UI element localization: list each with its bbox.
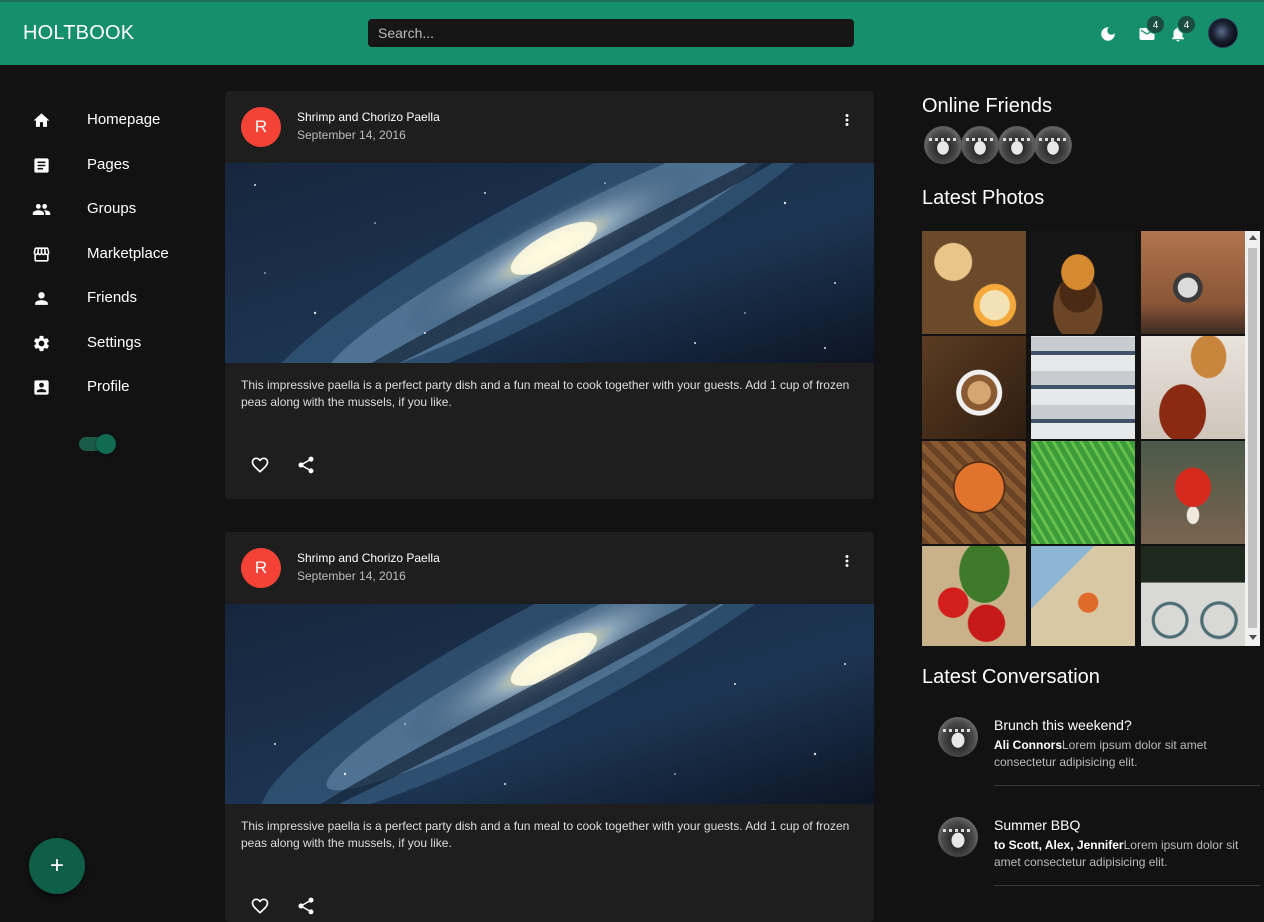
post-image-galaxy[interactable] — [225, 163, 874, 363]
user-avatar[interactable] — [1208, 18, 1238, 48]
post-date: September 14, 2016 — [297, 128, 406, 142]
more-vert-icon — [845, 555, 849, 567]
messages-badge: 4 — [1146, 15, 1165, 34]
moon-icon — [1101, 27, 1115, 41]
photo-basketball[interactable] — [922, 441, 1026, 544]
storefront-icon — [31, 244, 51, 264]
photo-hats[interactable] — [1031, 336, 1135, 439]
conversation-preview: to Scott, Alex, JenniferLorem ipsum dolo… — [994, 837, 1244, 871]
online-friend-avatar[interactable] — [1034, 126, 1072, 164]
more-vert-icon — [845, 114, 849, 126]
conversation-sender: Ali Connors — [994, 738, 1062, 752]
heart-outline-icon — [251, 898, 269, 914]
photo-tomatoes[interactable] — [922, 546, 1026, 646]
photo-coffee[interactable] — [922, 336, 1026, 439]
photo-starfish[interactable] — [1031, 546, 1135, 646]
home-icon — [31, 110, 51, 130]
sidebar-item-friends[interactable]: Friends — [0, 278, 205, 318]
conversation-item[interactable]: Brunch this weekend? Ali ConnorsLorem ip… — [922, 717, 1260, 809]
sidebar-item-label: Settings — [87, 334, 142, 351]
post-menu-button[interactable] — [837, 110, 857, 130]
sidebar-item-groups[interactable]: Groups — [0, 189, 205, 229]
sidebar-item-label: Pages — [87, 156, 130, 173]
sidebar-item-label: Marketplace — [87, 245, 169, 262]
conversation-item[interactable]: Summer BBQ to Scott, Alex, JenniferLorem… — [922, 817, 1260, 909]
divider — [994, 885, 1260, 886]
post-title: Shrimp and Chorizo Paella — [297, 110, 440, 124]
post-avatar[interactable]: R — [241, 107, 281, 147]
brand-logo[interactable]: HOLTBOOK — [23, 22, 134, 45]
like-button[interactable] — [248, 453, 272, 477]
online-friend-avatar[interactable] — [998, 126, 1036, 164]
photo-grid-scrollbar[interactable] — [1245, 231, 1260, 646]
photo-honey[interactable] — [1141, 336, 1245, 439]
create-post-button[interactable]: + — [29, 838, 85, 894]
post-card: R Shrimp and Chorizo Paella September 14… — [225, 91, 874, 499]
like-button[interactable] — [248, 894, 272, 918]
dark-mode-toggle-button[interactable] — [1098, 24, 1118, 44]
photo-mushroom[interactable] — [1141, 441, 1245, 544]
latest-photos-heading: Latest Photos — [922, 187, 1045, 209]
account-box-icon — [31, 377, 51, 397]
switch-knob — [96, 434, 116, 454]
gear-icon — [31, 333, 51, 353]
sidebar-item-homepage[interactable]: Homepage — [0, 100, 205, 140]
notifications-badge: 4 — [1177, 15, 1196, 34]
sidebar-item-label: Groups — [87, 200, 137, 217]
photo-grid — [922, 231, 1260, 646]
messages-button[interactable]: 4 — [1137, 15, 1165, 44]
share-button[interactable] — [294, 453, 318, 477]
share-icon — [298, 456, 314, 474]
photo-camera[interactable] — [1141, 231, 1245, 334]
conversation-title: Summer BBQ — [994, 817, 1081, 833]
post-image-galaxy[interactable] — [225, 604, 874, 804]
conversation-preview: Ali ConnorsLorem ipsum dolor sit amet co… — [994, 737, 1244, 771]
scroll-thumb[interactable] — [1248, 248, 1257, 628]
scroll-down-arrow-icon[interactable] — [1249, 635, 1257, 640]
post-avatar[interactable]: R — [241, 548, 281, 588]
post-date: September 14, 2016 — [297, 569, 406, 583]
post-title: Shrimp and Chorizo Paella — [297, 551, 440, 565]
share-icon — [298, 897, 314, 915]
search-input[interactable] — [368, 19, 854, 47]
divider — [994, 785, 1260, 786]
online-friend-avatar[interactable] — [924, 126, 962, 164]
photo-burger[interactable] — [1031, 231, 1135, 334]
photo-breakfast[interactable] — [922, 231, 1026, 334]
photo-bicycle[interactable] — [1141, 546, 1245, 646]
heart-outline-icon — [251, 457, 269, 473]
photo-fern[interactable] — [1031, 441, 1135, 544]
sidebar-item-marketplace[interactable]: Marketplace — [0, 234, 205, 274]
post-menu-button[interactable] — [837, 551, 857, 571]
sidebar-item-label: Homepage — [87, 111, 161, 128]
conversation-avatar — [938, 817, 978, 857]
share-button[interactable] — [294, 894, 318, 918]
scroll-up-arrow-icon[interactable] — [1249, 235, 1257, 240]
sidebar-item-label: Profile — [87, 378, 130, 395]
article-icon — [31, 155, 51, 175]
sidebar-item-pages[interactable]: Pages — [0, 145, 205, 185]
latest-conversation-heading: Latest Conversation — [922, 666, 1100, 688]
conversation-avatar — [938, 717, 978, 757]
online-friend-avatar[interactable] — [961, 126, 999, 164]
groups-icon — [31, 199, 51, 219]
post-body-text: This impressive paella is a perfect part… — [241, 378, 850, 409]
dark-mode-switch[interactable] — [79, 434, 116, 454]
sidebar-item-label: Friends — [87, 289, 138, 306]
conversation-sender: to Scott, Alex, Jennifer — [994, 838, 1124, 852]
conversation-title: Brunch this weekend? — [994, 717, 1132, 733]
top-app-bar: HOLTBOOK 4 4 — [0, 0, 1264, 65]
sidebar: Homepage Pages Groups Marketplace Friend… — [0, 65, 205, 910]
notifications-button[interactable]: 4 — [1168, 15, 1196, 44]
sidebar-item-settings[interactable]: Settings — [0, 323, 205, 363]
sidebar-item-profile[interactable]: Profile — [0, 367, 205, 407]
person-icon — [31, 288, 51, 308]
post-body-text: This impressive paella is a perfect part… — [241, 819, 850, 850]
post-card: R Shrimp and Chorizo Paella September 14… — [225, 532, 874, 922]
online-friends-heading: Online Friends — [922, 95, 1053, 117]
